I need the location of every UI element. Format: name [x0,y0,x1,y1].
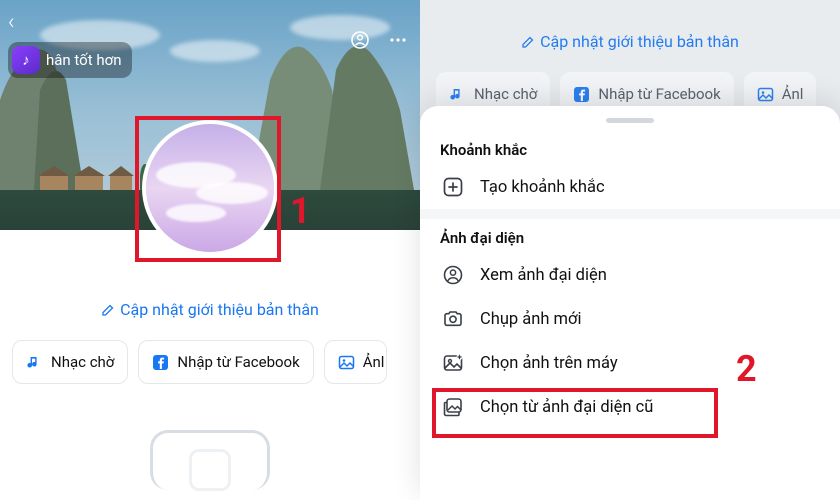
bg-chip-label: Nhập từ Facebook [598,85,720,103]
menu-label: Xem ảnh đại diện [480,266,607,285]
bg-bio-label: Cập nhật giới thiệu bản thân [540,32,739,51]
chip-label: Ảnl [363,353,385,371]
avatar[interactable] [142,120,278,256]
music-icon [449,86,466,103]
gallery-icon [440,396,466,418]
profile-chips-row: Nhạc chờ Nhập từ Facebook Ảnl [0,340,420,384]
menu-label: Chụp ảnh mới [480,310,581,329]
more-dots-icon[interactable] [388,30,408,50]
bg-chip-label: Ảnl [782,85,804,103]
camera-icon [440,308,466,330]
back-chevron-icon[interactable]: ‹ [8,10,15,35]
menu-view-avatar[interactable]: Xem ảnh đại diện [420,253,840,297]
person-circle-icon [440,264,466,286]
app-chip-label: hân tốt hơn [46,51,122,69]
section-header-avatar: Ảnh đại diện [420,219,840,253]
profile-name [130,266,290,288]
section-header-moment: Khoảnh khắc [420,131,840,165]
image-icon [338,354,355,371]
app-chip[interactable]: ♪ hân tốt hơn [8,42,132,78]
decorative-phone-graphic [150,430,270,490]
chip-label: Nhập từ Facebook [177,353,299,371]
bottom-sheet: Khoảnh khắc Tạo khoảnh khắc Ảnh đại diện… [420,106,840,500]
menu-take-photo[interactable]: Chụp ảnh mới [420,297,840,341]
menu-choose-old-avatar[interactable]: Chọn từ ảnh đại diện cũ [420,385,840,429]
cover-actions [350,30,408,50]
music-note-icon: ♪ [12,46,40,74]
menu-label: Tạo khoảnh khắc [480,178,605,197]
chip-label: Nhạc chờ [51,353,114,371]
image-plus-icon [440,352,466,374]
plus-square-icon [440,176,466,198]
bg-update-bio-link: Cập nhật giới thiệu bản thân [420,32,840,51]
facebook-icon [573,86,590,103]
section-divider [420,209,840,219]
update-bio-link[interactable]: Cập nhật giới thiệu bản thân [0,300,420,319]
pencil-icon [101,303,115,317]
right-phone: Cập nhật giới thiệu bản thân Nhạc chờ Nh… [420,0,840,500]
annotation-step-2: 2 [736,348,757,390]
chip-import-facebook[interactable]: Nhập từ Facebook [138,340,313,384]
menu-create-moment[interactable]: Tạo khoảnh khắc [420,165,840,209]
annotation-step-1: 1 [290,190,311,232]
music-icon [26,354,43,371]
facebook-icon [152,354,169,371]
menu-label: Chọn từ ảnh đại diện cũ [480,398,653,417]
chip-image-partial[interactable]: Ảnl [324,340,388,384]
image-icon [757,86,774,103]
menu-label: Chọn ảnh trên máy [480,354,618,373]
story-ring-icon[interactable] [350,30,370,50]
bio-link-label: Cập nhật giới thiệu bản thân [120,300,319,319]
menu-choose-from-device[interactable]: Chọn ảnh trên máy [420,341,840,385]
bg-chip-label: Nhạc chờ [474,85,537,103]
left-phone: ‹ ♪ hân tốt hơn 1 Cập nhật giới thiệu bả… [0,0,420,500]
sheet-grabber[interactable] [606,118,654,123]
pencil-icon [521,35,535,49]
chip-ringback-music[interactable]: Nhạc chờ [12,340,128,384]
